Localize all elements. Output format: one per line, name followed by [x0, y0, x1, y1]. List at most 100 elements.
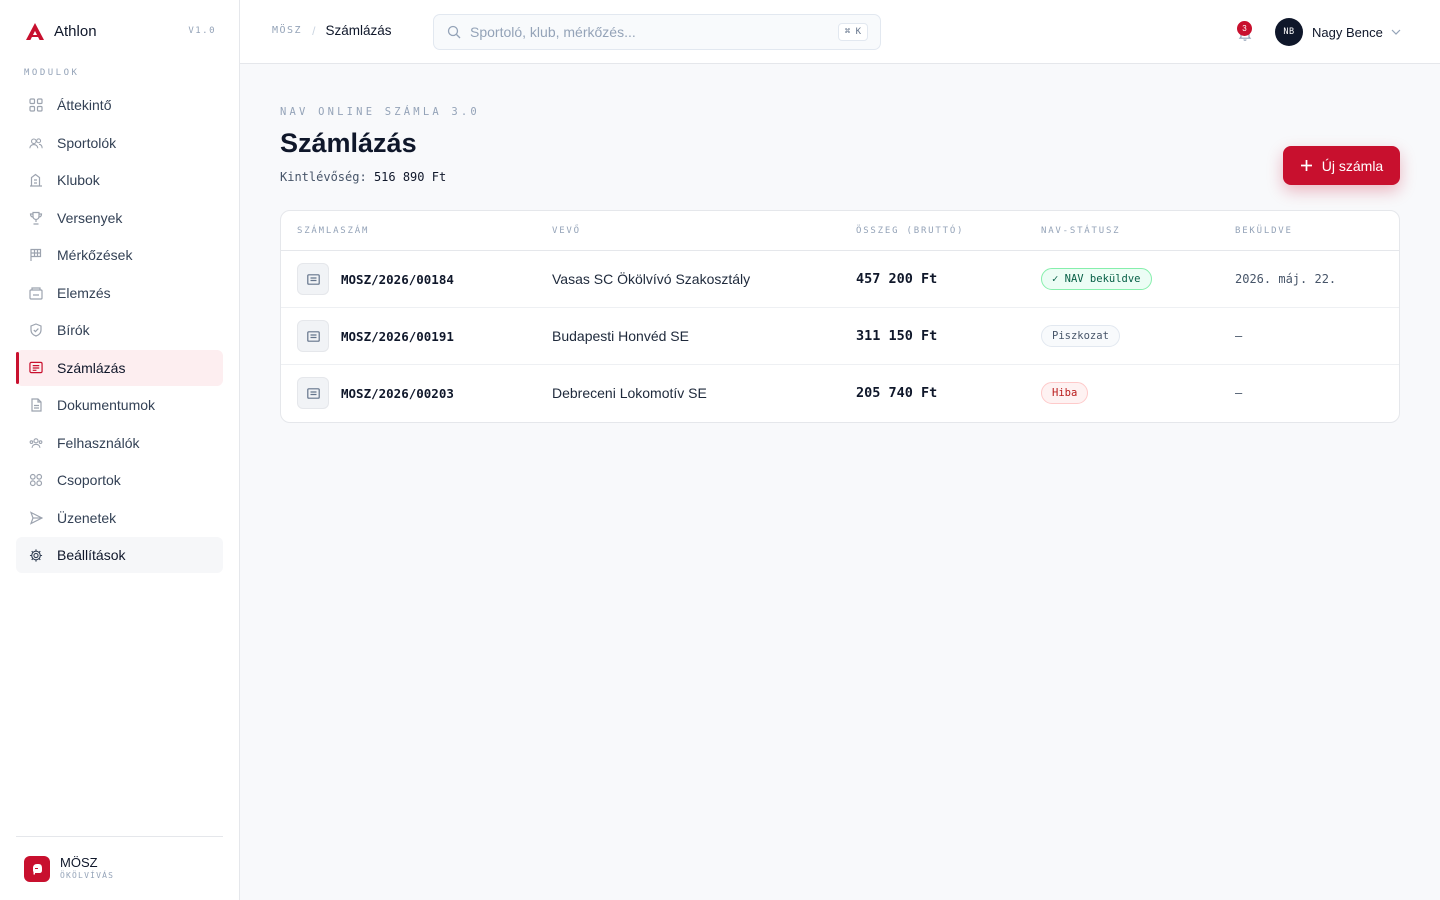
buyer-name: Budapesti Honvéd SE [552, 328, 689, 344]
sidebar-item-label: Beállítások [57, 547, 126, 563]
search-box[interactable]: ⌘ K [433, 14, 881, 50]
chart-icon [29, 286, 43, 300]
sidebar-item-label: Áttekintő [57, 97, 112, 113]
sidebar-item-label: Felhasználók [57, 434, 140, 451]
sent-date: — [1235, 386, 1243, 400]
sidebar-item-label: Üzenetek [57, 509, 117, 526]
sidebar-item-csoportok[interactable]: Csoportok [16, 462, 223, 498]
outstanding-value: 516 890 Ft [373, 170, 447, 184]
plus-icon [1300, 159, 1313, 172]
table-row[interactable]: MOSZ/2026/00191 Budapesti Honvéd SE 311 … [281, 308, 1399, 365]
status-badge: Hiba [1041, 382, 1089, 404]
org-name: MÖSZ [60, 855, 98, 870]
column-header-amount[interactable]: ÖSSZEG (BRUTTÓ) [856, 226, 964, 236]
notification-badge: 3 [1237, 21, 1252, 36]
sidebar-item-label: Mérkőzések [57, 247, 133, 263]
brand[interactable]: Athlon V1.0 [24, 19, 216, 43]
invoice-number: MOSZ/2026/00191 [341, 328, 454, 344]
sidebar-item-merkozesek[interactable]: Mérkőzések [16, 237, 223, 273]
avatar: NB [1275, 18, 1303, 46]
sidebar: Athlon V1.0 MODULOK Áttekintő Sportolók … [0, 0, 240, 900]
status-cell: Hiba [1041, 365, 1089, 421]
building-icon [29, 173, 43, 187]
invoice-icon [29, 361, 43, 375]
sidebar-item-label: Dokumentumok [57, 397, 156, 413]
sidebar-item-label: Sportolók [57, 134, 117, 151]
search-icon [447, 25, 461, 39]
trophy-icon [29, 211, 43, 225]
boxing-glove-icon [24, 855, 50, 882]
sidebar-item-klubok[interactable]: Klubok [16, 162, 223, 198]
sidebar-item-label: Klubok [57, 172, 100, 188]
topbar: MÖSZ / Számlázás ⌘ K 3 NB Nagy Bence [240, 0, 1440, 64]
buyer-name: Debreceni Lokomotív SE [552, 385, 707, 401]
new-invoice-label: Új számla [1321, 157, 1384, 174]
breadcrumb: MÖSZ / Számlázás [272, 23, 391, 38]
outstanding-summary: Kintlévőség: 516 890 Ft [280, 170, 446, 184]
search-shortcut: ⌘ K [837, 23, 868, 41]
sidebar-item-versenyek[interactable]: Versenyek [16, 200, 223, 236]
column-header-number[interactable]: SZÁMLASZÁM [297, 226, 369, 236]
flag-icon [29, 248, 43, 262]
page-eyebrow: NAV ONLINE SZÁMLA 3.0 [280, 106, 480, 118]
sidebar-item-birok[interactable]: Bírók [16, 312, 223, 348]
status-cell: ✓ NAV beküldve [1041, 251, 1152, 307]
sidebar-item-label: Elemzés [57, 284, 111, 301]
sidebar-item-dokumentumok[interactable]: Dokumentumok [16, 387, 223, 423]
status-badge: Piszkozat [1041, 325, 1120, 347]
send-icon [29, 510, 43, 525]
nav-section-label: MODULOK [24, 68, 80, 78]
status-cell: Piszkozat [1041, 308, 1120, 364]
sidebar-item-label: Számlázás [57, 359, 126, 376]
app-name: Athlon [54, 22, 97, 40]
sidebar-nav: Áttekintő Sportolók Klubok Versenyek Mér… [16, 87, 223, 575]
sidebar-item-beallitasok[interactable]: Beállítások [16, 537, 223, 573]
column-header-sent[interactable]: BEKÜLDVE [1235, 226, 1293, 236]
table-row[interactable]: MOSZ/2026/00203 Debreceni Lokomotív SE 2… [281, 365, 1399, 422]
grid-icon [29, 98, 43, 112]
invoice-number: MOSZ/2026/00184 [341, 271, 454, 287]
status-badge: ✓ NAV beküldve [1041, 268, 1152, 290]
groups-icon [29, 473, 43, 487]
sidebar-item-label: Versenyek [57, 209, 123, 226]
invoice-icon [297, 377, 329, 409]
org-subtitle: ÖKÖLVÍVÁS [60, 871, 115, 880]
users-icon [29, 136, 43, 150]
athlon-logo-icon [24, 20, 46, 42]
column-header-buyer[interactable]: VEVŐ [552, 226, 581, 236]
table-row[interactable]: MOSZ/2026/00184 Vasas SC Ökölvívó Szakos… [281, 251, 1399, 308]
people-icon [29, 436, 43, 450]
sent-date: — [1235, 329, 1243, 343]
invoice-amount: 311 150 Ft [856, 328, 938, 344]
page-title: Számlázás [280, 128, 417, 158]
gear-icon [29, 548, 43, 562]
invoice-icon [297, 263, 329, 295]
sidebar-item-sportolok[interactable]: Sportolók [16, 125, 223, 161]
breadcrumb-separator: / [312, 23, 316, 38]
shield-icon [29, 323, 43, 337]
sidebar-item-label: Csoportok [57, 472, 121, 488]
invoice-number: MOSZ/2026/00203 [341, 385, 454, 401]
user-name: Nagy Bence [1312, 24, 1383, 40]
buyer-name: Vasas SC Ökölvívó Szakosztály [552, 271, 751, 287]
sidebar-item-attekinto[interactable]: Áttekintő [16, 87, 223, 123]
search-input[interactable] [470, 24, 820, 40]
invoice-amount: 457 200 Ft [856, 271, 938, 287]
new-invoice-button[interactable]: Új számla [1283, 146, 1400, 185]
column-header-nav-status[interactable]: NAV-STÁTUSZ [1041, 226, 1120, 236]
invoice-icon [297, 320, 329, 352]
invoice-amount: 205 740 Ft [856, 385, 938, 401]
invoice-table: SZÁMLASZÁM VEVŐ ÖSSZEG (BRUTTÓ) NAV-STÁT… [280, 210, 1400, 423]
breadcrumb-root[interactable]: MÖSZ [272, 25, 302, 36]
sidebar-item-label: Bírók [57, 322, 90, 338]
app-version: V1.0 [188, 26, 216, 36]
sidebar-item-szamlazas[interactable]: Számlázás [16, 349, 223, 386]
document-icon [29, 398, 43, 412]
chevron-down-icon [1391, 29, 1401, 35]
organization-switcher[interactable]: MÖSZ ÖKÖLVÍVÁS [16, 836, 223, 900]
sent-date: 2026. máj. 22. [1235, 272, 1337, 286]
sidebar-item-uzenetek[interactable]: Üzenetek [16, 500, 223, 536]
user-menu[interactable]: NB Nagy Bence [1275, 18, 1401, 46]
sidebar-item-elemzes[interactable]: Elemzés [16, 275, 223, 311]
sidebar-item-felhasznalok[interactable]: Felhasználók [16, 425, 223, 461]
